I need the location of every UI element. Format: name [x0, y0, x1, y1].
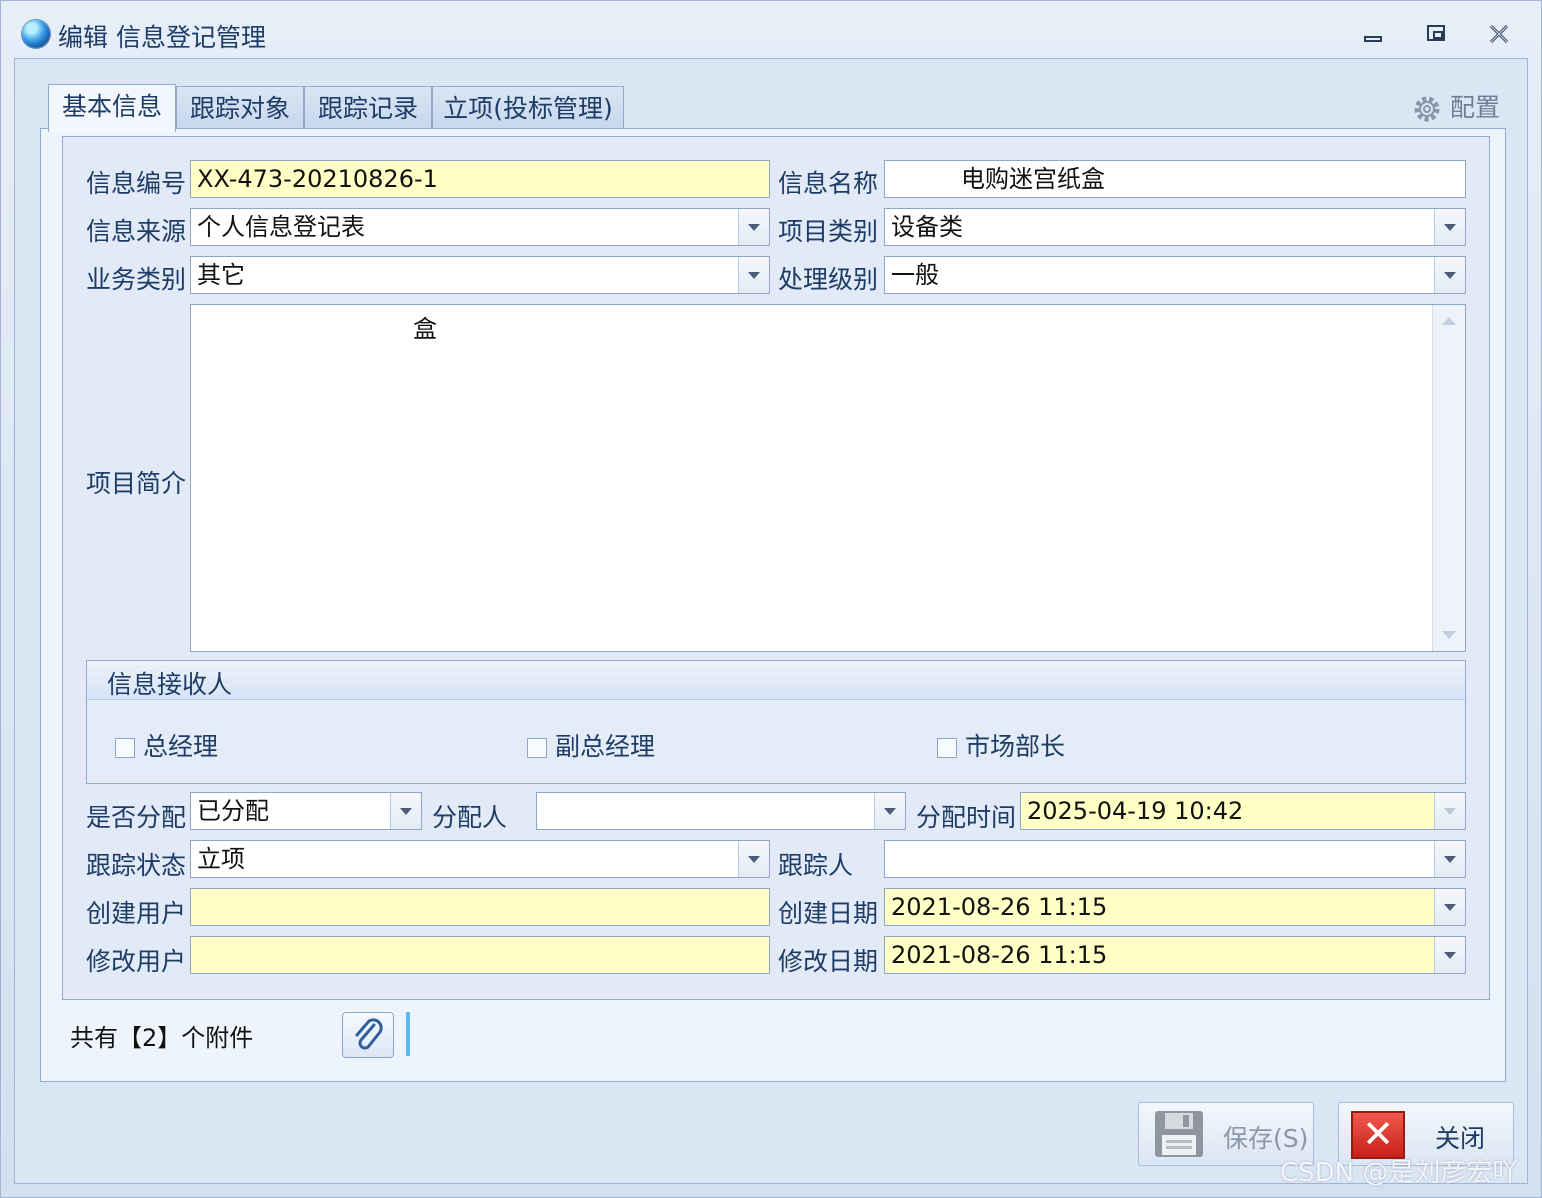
title-bar[interactable]: 编辑 信息登记管理: [0, 0, 1540, 58]
chevron-down-icon[interactable]: [874, 793, 905, 829]
settings-button[interactable]: 配置: [1412, 88, 1500, 124]
assign-time-field[interactable]: 2025-04-19 10:42: [1020, 792, 1466, 830]
checkbox-icon[interactable]: [115, 738, 135, 758]
attachment-divider: [406, 1012, 410, 1056]
attachment-button[interactable]: [342, 1012, 394, 1058]
globe-icon: [22, 20, 50, 48]
handle-level-label: 处理级别: [778, 265, 879, 294]
intro-label: 项目简介: [86, 469, 187, 498]
is-assigned-select[interactable]: 已分配: [190, 792, 422, 830]
receiver-market-head-checkbox[interactable]: 市场部长: [937, 727, 1065, 761]
checkbox-icon[interactable]: [937, 738, 957, 758]
receivers-title: 信息接收人: [107, 670, 233, 699]
chevron-down-icon[interactable]: [1434, 841, 1465, 877]
info-no-label: 信息编号: [86, 169, 187, 198]
is-assigned-label: 是否分配: [86, 803, 187, 832]
tab-tracking-record[interactable]: 跟踪记录: [304, 86, 432, 130]
creator-label: 创建用户: [86, 899, 187, 928]
receivers-group: 信息接收人 总经理 副总经理 市场部长: [86, 660, 1466, 784]
close-label: 关闭: [1435, 1124, 1486, 1153]
gear-icon: [1414, 96, 1440, 122]
receiver-gm-label: 总经理: [143, 732, 219, 761]
track-status-select[interactable]: 立项: [190, 840, 770, 878]
scroll-down-icon[interactable]: [1442, 631, 1456, 639]
minimize-button[interactable]: [1360, 22, 1386, 46]
save-label: 保存(S): [1223, 1124, 1309, 1153]
chevron-down-icon[interactable]: [1434, 793, 1465, 829]
intro-textarea[interactable]: 盒: [190, 304, 1466, 652]
chevron-down-icon[interactable]: [1434, 937, 1465, 973]
create-date-field[interactable]: 2021-08-26 11:15: [884, 888, 1466, 926]
biz-type-select[interactable]: 其它: [190, 256, 770, 294]
tracker-select[interactable]: [884, 840, 1466, 878]
modify-date-field[interactable]: 2021-08-26 11:15: [884, 936, 1466, 974]
modify-date-label: 修改日期: [778, 947, 879, 976]
receiver-deputy-gm-label: 副总经理: [555, 732, 656, 761]
close-icon: [1489, 24, 1509, 44]
scroll-up-icon[interactable]: [1442, 317, 1456, 325]
chevron-down-icon[interactable]: [738, 841, 769, 877]
tracker-label: 跟踪人: [778, 851, 854, 880]
tab-project-bidding[interactable]: 立项(投标管理): [432, 86, 624, 130]
chevron-down-icon[interactable]: [738, 257, 769, 293]
receiver-market-head-label: 市场部长: [965, 732, 1066, 761]
receiver-deputy-gm-checkbox[interactable]: 副总经理: [527, 727, 655, 761]
info-name-field[interactable]: 电购迷宫纸盒: [884, 160, 1466, 198]
assignee-label: 分配人: [432, 803, 508, 832]
minimize-icon: [1364, 36, 1382, 42]
window-title: 编辑 信息登记管理: [58, 23, 266, 52]
track-status-label: 跟踪状态: [86, 851, 187, 880]
info-source-label: 信息来源: [86, 217, 187, 246]
watermark-text: CSDN @是刘彦宏吖: [1280, 1158, 1519, 1188]
modifier-field[interactable]: [190, 936, 770, 974]
tab-basic-info[interactable]: 基本信息: [48, 84, 176, 132]
creator-field[interactable]: [190, 888, 770, 926]
attachment-count: 共有【2】个附件: [70, 1024, 254, 1052]
info-name-label: 信息名称: [778, 169, 879, 198]
info-source-select[interactable]: 个人信息登记表: [190, 208, 770, 246]
close-window-button[interactable]: [1486, 22, 1512, 46]
assignee-select[interactable]: [536, 792, 906, 830]
modifier-label: 修改用户: [86, 947, 187, 976]
project-type-label: 项目类别: [778, 217, 879, 246]
biz-type-label: 业务类别: [86, 265, 187, 294]
project-type-select[interactable]: 设备类: [884, 208, 1466, 246]
chevron-down-icon[interactable]: [390, 793, 421, 829]
assign-time-label: 分配时间: [916, 803, 1017, 832]
handle-level-select[interactable]: 一般: [884, 256, 1466, 294]
chevron-down-icon[interactable]: [1434, 257, 1465, 293]
chevron-down-icon[interactable]: [1434, 889, 1465, 925]
settings-label: 配置: [1449, 93, 1500, 122]
maximize-button[interactable]: [1424, 22, 1450, 46]
chevron-down-icon[interactable]: [1434, 209, 1465, 245]
intro-text: 盒: [413, 315, 437, 343]
floppy-disk-icon: [1155, 1111, 1203, 1157]
tab-tracking-target[interactable]: 跟踪对象: [176, 86, 304, 130]
restore-icon: [1427, 25, 1445, 41]
info-no-field[interactable]: XX-473-20210826-1: [190, 160, 770, 198]
receivers-header: 信息接收人: [87, 661, 1465, 700]
receiver-gm-checkbox[interactable]: 总经理: [115, 727, 218, 761]
paperclip-icon: [355, 1018, 383, 1050]
chevron-down-icon[interactable]: [738, 209, 769, 245]
intro-scrollbar[interactable]: [1432, 305, 1465, 651]
checkbox-icon[interactable]: [527, 738, 547, 758]
create-date-label: 创建日期: [778, 899, 879, 928]
